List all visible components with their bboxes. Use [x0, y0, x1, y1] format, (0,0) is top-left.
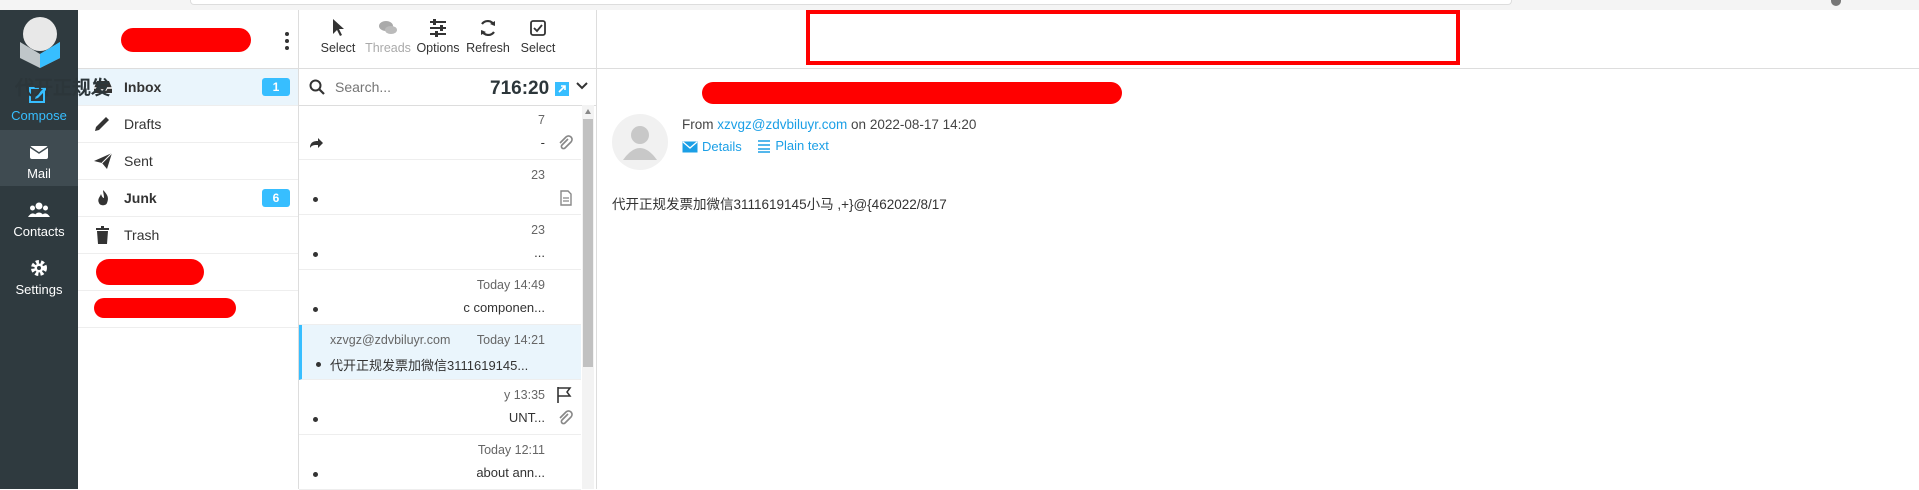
message-subject: c componen... [463, 300, 545, 315]
unread-dot [313, 252, 318, 257]
folder-label: Trash [124, 227, 160, 243]
message-subject: UNT... [508, 410, 545, 425]
message-subject: ... [534, 245, 545, 260]
message-body: 代开正规发票加微信3111619145小马 ,+}@{462022/8/17 [612, 197, 947, 212]
folder-redacted-1[interactable] [78, 254, 298, 291]
document-icon [560, 190, 572, 206]
unread-dot [313, 197, 318, 202]
refresh-icon [481, 19, 495, 37]
message-date: y 13:35 [503, 388, 545, 402]
message-subject-heading: 代开正规发 716:20 [15, 73, 570, 100]
list-toolbar: Select Threads Options Refresh Select [299, 10, 596, 69]
unread-dot [313, 307, 318, 312]
mail-label: Mail [27, 166, 51, 181]
message-row[interactable]: 23 [299, 160, 581, 215]
redacted-folder-name [94, 298, 236, 318]
redacted-subject [702, 82, 1122, 104]
lines-icon [758, 139, 771, 153]
message-list: 7 - 23 23 ... Today 14:49 c componen... … [299, 105, 581, 490]
subject-start: 代开正规发 [15, 78, 111, 99]
checkbox-icon [530, 20, 546, 36]
folder-redacted-2[interactable] [78, 291, 298, 328]
flag-icon[interactable] [555, 386, 573, 404]
message-date: Today 14:21 [476, 333, 545, 347]
cursor-icon [333, 19, 344, 36]
settings-button[interactable]: Settings [0, 246, 78, 302]
redacted-folder-name [96, 259, 204, 285]
message-row[interactable]: 7 - [299, 105, 581, 160]
sender-line: From xzvgz@zdvbiluyr.com on 2022-08-17 1… [682, 117, 977, 132]
unread-dot [313, 472, 318, 477]
roundcube-logo-icon [20, 17, 60, 68]
message-subject: about ann... [476, 465, 545, 480]
folder-label: Drafts [124, 116, 162, 132]
message-row[interactable]: y 13:35 UNT... [299, 380, 581, 435]
compose-label: Compose [11, 108, 67, 123]
folder-drafts[interactable]: Drafts [78, 106, 298, 143]
refresh-button[interactable]: Refresh [463, 10, 513, 68]
message-date: 7 [538, 113, 545, 127]
subject-end: 716:20 [490, 78, 550, 99]
unread-dot [313, 417, 318, 422]
contacts-button[interactable]: Contacts [0, 188, 78, 244]
chevron-down-icon[interactable] [576, 82, 588, 90]
trash-icon [96, 226, 109, 244]
folder-sent[interactable]: Sent [78, 143, 298, 180]
profile-icon[interactable] [1831, 0, 1841, 6]
message-date: 23 [531, 223, 545, 237]
options-button[interactable]: Options [413, 10, 463, 68]
sliders-icon [430, 19, 446, 37]
message-date: Today 14:49 [476, 278, 545, 292]
message-row[interactable]: Today 14:49 c componen... [299, 270, 581, 325]
folder-label: Junk [124, 190, 157, 206]
forwarded-icon [310, 138, 323, 148]
message-date: Today 12:11 [477, 443, 545, 457]
redacted-account-name [121, 28, 251, 52]
scroll-up-arrow[interactable] [585, 109, 591, 114]
select-button[interactable]: Select [313, 10, 363, 68]
header-links: Details Plain text [682, 138, 841, 156]
message-row[interactable]: Today 12:11 about ann... [299, 435, 581, 490]
paperclip-icon [559, 135, 573, 150]
message-row-selected[interactable]: xzvgz@zdvbiluyr.com Today 14:21 代开正规发票加微… [299, 325, 581, 380]
folder-trash[interactable]: Trash [78, 217, 298, 254]
message-date: 23 [531, 168, 545, 182]
fire-icon [98, 190, 108, 206]
redaction-box [806, 10, 1460, 65]
users-icon [28, 202, 50, 217]
message-list-scrollbar[interactable] [582, 105, 594, 489]
envelope-icon [29, 146, 49, 159]
gear-icon [31, 260, 47, 276]
message-row[interactable]: 23 ... [299, 215, 581, 270]
folder-list-header [78, 10, 298, 69]
envelope-icon [682, 141, 698, 152]
settings-label: Settings [15, 282, 63, 297]
details-link[interactable]: Details [682, 139, 742, 154]
user-silhouette-icon [623, 126, 657, 160]
scroll-thumb[interactable] [583, 119, 593, 367]
message-view-header [597, 10, 1919, 69]
external-link-icon[interactable] [555, 81, 570, 96]
sender-avatar [612, 114, 668, 170]
paper-plane-icon [94, 152, 113, 169]
message-datetime: 2022-08-17 14:20 [869, 117, 977, 132]
paperclip-icon [559, 410, 573, 425]
unread-dot [316, 362, 321, 367]
chat-bubbles-icon [379, 21, 397, 34]
address-bar-edge [190, 0, 1512, 5]
mail-button[interactable]: Mail [0, 130, 78, 186]
message-subject: 代开正规发票加微信3111619145... [330, 358, 529, 373]
threads-button[interactable]: Threads [363, 10, 413, 68]
folder-label: Sent [124, 153, 153, 169]
unread-badge: 6 [262, 189, 290, 207]
folder-junk[interactable]: Junk 6 [78, 180, 298, 217]
sender-email-link[interactable]: xzvgz@zdvbiluyr.com [717, 117, 847, 132]
message-sender: xzvgz@zdvbiluyr.com [330, 333, 451, 347]
contacts-label: Contacts [13, 224, 65, 239]
folder-menu-button[interactable] [284, 32, 290, 52]
message-subject: - [540, 135, 545, 150]
pencil-icon [95, 117, 109, 131]
plain-text-link[interactable]: Plain text [757, 138, 829, 153]
select-all-button[interactable]: Select [513, 10, 563, 68]
